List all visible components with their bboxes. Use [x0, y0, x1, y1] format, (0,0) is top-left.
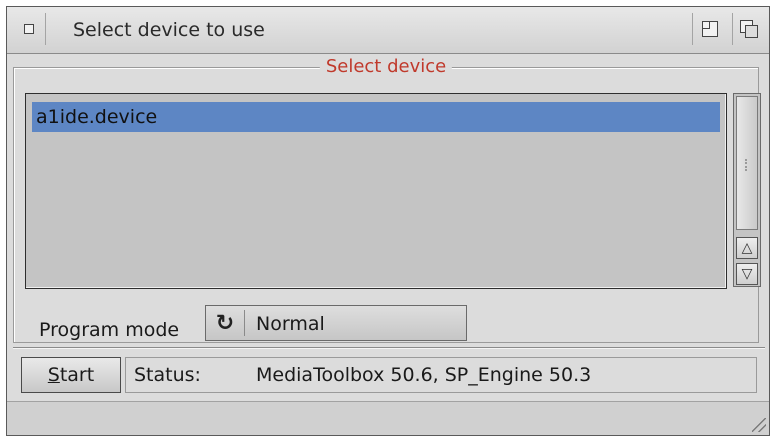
divider	[13, 347, 765, 349]
arrow-up-icon: △	[741, 240, 753, 256]
group-title: Select device	[319, 56, 453, 77]
program-mode-cycle[interactable]: ↻ Normal	[205, 305, 467, 341]
title-bar[interactable]: Select device to use	[7, 7, 769, 54]
close-icon	[24, 24, 34, 34]
grip-icon	[745, 159, 751, 171]
start-label: tart	[59, 364, 95, 386]
window-title: Select device to use	[73, 19, 265, 41]
cycle-icon: ↻	[215, 310, 235, 336]
program-mode-value: Normal	[256, 313, 325, 335]
arrow-down-icon: ▽	[741, 266, 753, 282]
zoom-button[interactable]	[692, 13, 725, 45]
depth-button[interactable]	[732, 13, 765, 45]
scroll-down-button[interactable]: ▽	[736, 263, 758, 285]
program-mode-label: Program mode	[39, 319, 180, 341]
status-bar: Status: MediaToolbox 50.6, SP_Engine 50.…	[125, 357, 757, 393]
device-list[interactable]: a1ide.device	[25, 93, 727, 289]
start-button[interactable]: Start	[21, 357, 121, 393]
resize-grip-icon[interactable]	[752, 418, 766, 432]
scroll-knob[interactable]	[736, 96, 758, 230]
close-button[interactable]	[13, 13, 46, 45]
status-value: MediaToolbox 50.6, SP_Engine 50.3	[256, 364, 592, 386]
list-item[interactable]: a1ide.device	[32, 102, 720, 132]
status-label: Status:	[134, 364, 201, 386]
device-select-window: Select device to use Select device a1ide…	[6, 6, 770, 436]
start-shortcut: S	[47, 364, 60, 386]
scroll-up-button[interactable]: △	[736, 237, 758, 259]
window-bottom-border	[7, 401, 769, 435]
